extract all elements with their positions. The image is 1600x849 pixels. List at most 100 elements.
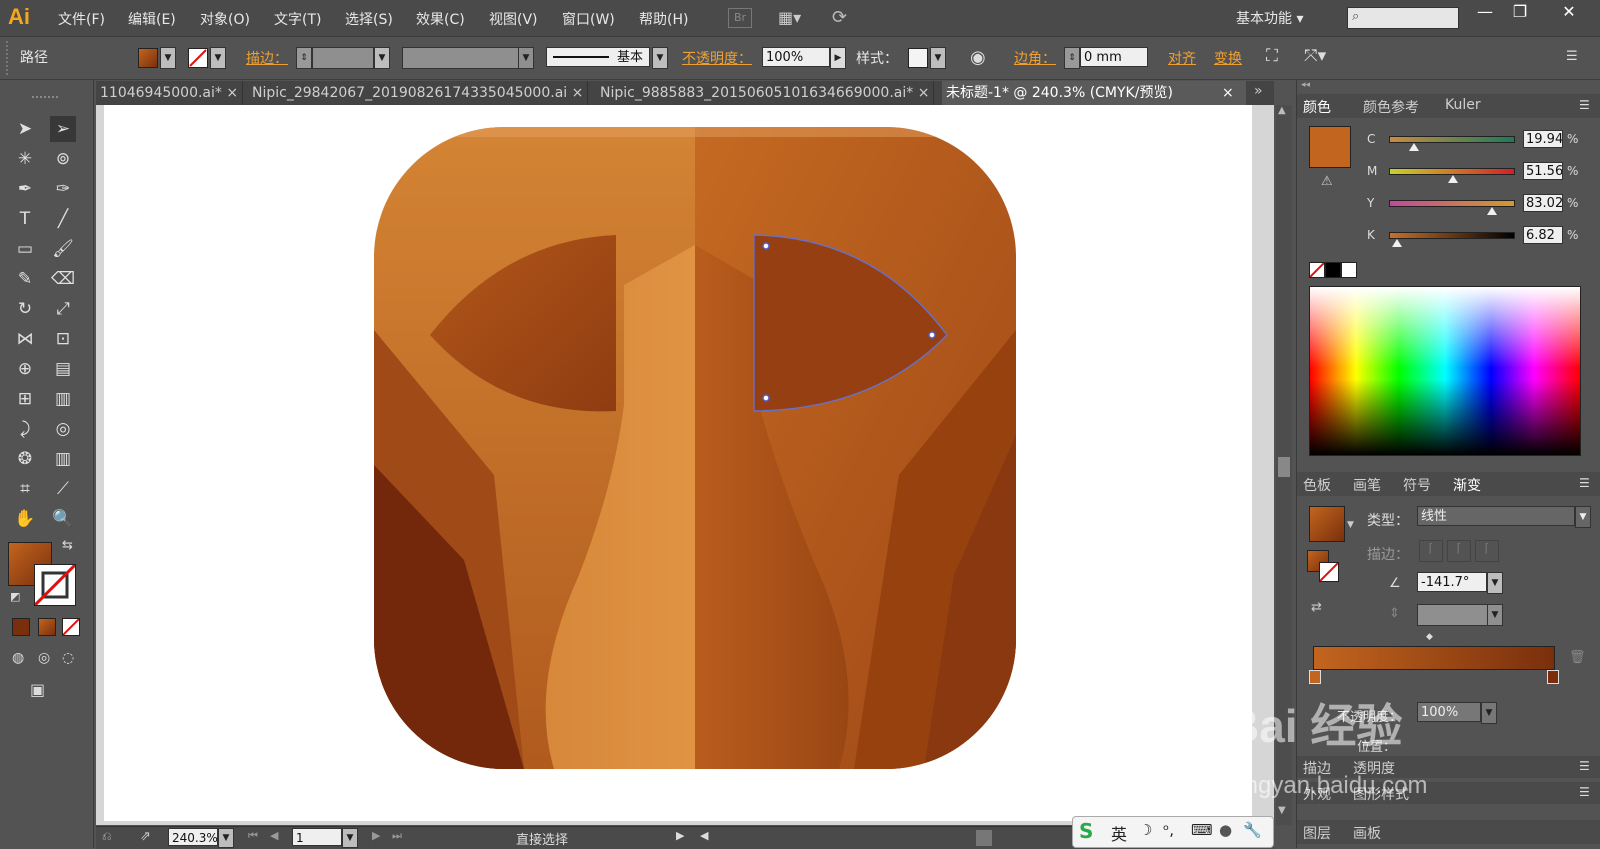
sync-settings-icon[interactable]: ⟳ [832,7,847,28]
hand-tool-icon[interactable]: ✋ [12,506,38,532]
page-dropdown[interactable]: ▼ [342,828,358,848]
out-of-gamut-icon[interactable]: ⚠ [1321,174,1333,189]
anchor-point[interactable] [762,394,770,402]
graphic-style-dropdown[interactable]: ▼ [930,47,946,69]
gradient-panel-menu-icon[interactable]: ☰ [1579,476,1590,490]
draw-inside-icon[interactable]: ◌ [62,650,74,666]
bridge-button[interactable]: Br [728,8,752,28]
perspective-grid-tool-icon[interactable]: ▤ [50,356,76,382]
brush-select[interactable]: 基本 [546,47,650,67]
channel-m-thumb[interactable] [1447,175,1458,183]
gradient-aspect-dropdown[interactable]: ▼ [1487,604,1503,626]
color-spectrum[interactable] [1309,286,1581,456]
artboard[interactable] [104,105,1252,821]
eraser-tool-icon[interactable]: ⌫ [50,266,76,292]
tab-gradient[interactable]: 渐变 [1453,475,1481,495]
color-mode-icon[interactable] [12,618,30,636]
gradient-preset-dropdown-icon[interactable]: ▼ [1347,520,1354,530]
none-mode-icon[interactable] [62,618,80,636]
mesh-tool-icon[interactable]: ⊞ [12,386,38,412]
stroke-weight-dropdown[interactable]: ▼ [374,47,390,69]
corner-stepper[interactable]: ⇕ [1064,47,1080,69]
search-input[interactable]: ⌕ [1347,7,1459,29]
tab-artboards[interactable]: 画板 [1353,823,1381,843]
black-color-button[interactable] [1325,262,1341,278]
align-link[interactable]: 对齐 [1168,48,1196,68]
magic-wand-tool-icon[interactable]: ✳ [12,146,38,172]
stroke-across-icon[interactable]: ⌈ [1475,540,1499,562]
gradient-angle-input[interactable]: -141.7° [1417,572,1487,592]
width-tool-icon[interactable]: ⋈ [12,326,38,352]
symbol-sprayer-tool-icon[interactable]: ❂ [12,446,38,472]
direct-selection-tool-icon[interactable]: ➢ [50,116,76,142]
gradient-opacity-input[interactable]: 100% [1417,702,1481,722]
menu-edit[interactable]: 编辑(E) [128,9,176,29]
isolate-icon[interactable]: ⛶ [1266,46,1278,66]
ime-punctuation-icon[interactable]: ᵒ, [1163,821,1174,839]
stroke-along-icon[interactable]: ⌈ [1447,540,1471,562]
channel-k-slider[interactable] [1389,232,1515,239]
ime-user-icon[interactable]: ● [1219,821,1232,839]
gradient-aspect-input[interactable] [1417,604,1489,626]
menu-view[interactable]: 视图(V) [489,9,538,29]
line-tool-icon[interactable]: ╱ [50,206,76,232]
gradient-angle-dropdown[interactable]: ▼ [1487,572,1503,594]
ime-settings-icon[interactable]: 🔧 [1243,821,1262,839]
reverse-gradient-icon[interactable]: ⇄ [1311,600,1322,615]
ime-language-toggle[interactable]: 英 [1111,821,1127,845]
prev-page-icon[interactable]: ◀ [270,829,278,842]
opacity-label[interactable]: 不透明度： [682,48,752,68]
channel-k-value[interactable]: 6.82 [1523,226,1563,244]
current-fill-swatch[interactable] [1309,126,1351,168]
type-tool-icon[interactable]: T [12,206,38,232]
first-page-icon[interactable]: ⏮ [248,829,258,843]
stroke-weight-stepper[interactable]: ⇕ [296,47,312,69]
none-color-button[interactable] [1309,262,1325,278]
zoom-tool-icon[interactable]: 🔍 [50,506,76,532]
eyedropper-tool-icon[interactable]: ⤸ [12,416,38,442]
channel-m-value[interactable]: 51.56 [1523,162,1563,180]
gradient-mode-icon[interactable] [38,618,56,636]
appearance-panel-menu-icon[interactable]: ☰ [1579,785,1590,799]
color-panel-menu-icon[interactable]: ☰ [1579,98,1590,112]
stroke-within-icon[interactable]: ⌈ [1419,540,1443,562]
tab-document-2[interactable]: Nipic_29842067_20190826174335045000.ai × [248,81,589,105]
tab-brushes[interactable]: 画笔 [1353,475,1381,495]
free-transform-tool-icon[interactable]: ⊡ [50,326,76,352]
tab-kuler[interactable]: Kuler [1445,97,1481,113]
delete-stop-icon[interactable]: 🗑 [1569,650,1586,665]
transform-options-icon[interactable]: ⤧▾ [1304,46,1326,66]
rectangle-tool-icon[interactable]: ▭ [12,236,38,262]
zoom-dropdown[interactable]: ▼ [218,828,234,848]
rotate-tool-icon[interactable]: ↻ [12,296,38,322]
gradient-tool-icon[interactable]: ▥ [50,386,76,412]
menu-object[interactable]: 对象(O) [200,9,250,29]
stroke-swatch[interactable] [188,48,208,68]
menu-help[interactable]: 帮助(H) [639,9,688,29]
slice-tool-icon[interactable]: ⟋ [50,476,76,502]
lasso-tool-icon[interactable]: ⊚ [50,146,76,172]
stroke-color-box[interactable] [33,563,77,607]
transform-link[interactable]: 变换 [1214,48,1242,68]
paintbrush-tool-icon[interactable]: 🖌 [50,236,76,262]
scroll-thumb[interactable] [1278,457,1290,477]
stroke-weight-input[interactable] [312,47,374,69]
last-page-icon[interactable]: ⏭ [392,829,402,843]
control-bar-grip[interactable] [6,41,11,75]
gradient-stroke-box[interactable] [1319,562,1339,582]
tab-close-active[interactable]: × [1218,81,1246,105]
zoom-input[interactable]: 240.3% [168,828,218,846]
ime-moon-icon[interactable]: ☽ [1139,821,1152,839]
workspace-switcher[interactable]: 基本功能 ▾ [1236,8,1303,28]
blend-tool-icon[interactable]: ◎ [50,416,76,442]
gradient-type-dropdown[interactable]: ▼ [1575,506,1591,528]
graphic-style-swatch[interactable] [908,48,928,68]
page-input[interactable]: 1 [292,828,342,846]
channel-y-slider[interactable] [1389,200,1515,207]
tab-layers[interactable]: 图层 [1303,823,1331,843]
ime-keyboard-icon[interactable]: ⌨ [1191,821,1213,839]
tab-color-guide[interactable]: 颜色参考 [1363,97,1419,117]
channel-y-value[interactable]: 83.02 [1523,194,1563,212]
gradient-stop-left[interactable] [1309,670,1321,684]
shape-builder-tool-icon[interactable]: ⊕ [12,356,38,382]
